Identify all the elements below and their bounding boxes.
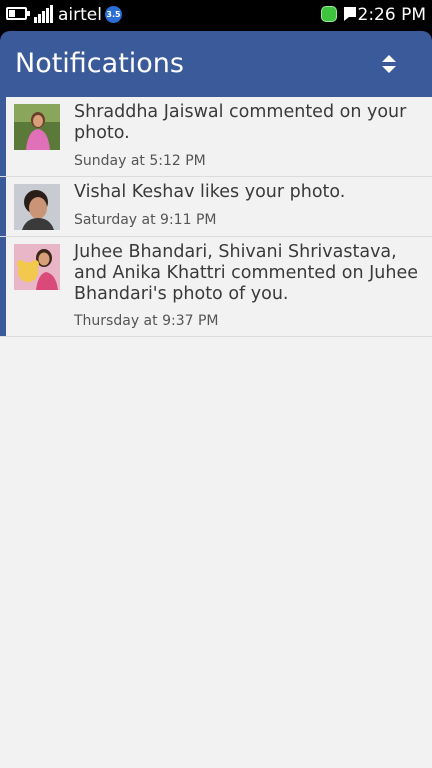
unread-indicator	[0, 97, 6, 176]
list-item[interactable]: Shraddha Jaiswal commented on your photo…	[0, 97, 432, 177]
avatar	[14, 184, 60, 230]
avatar	[14, 244, 60, 290]
unread-indicator	[0, 177, 6, 236]
list-item[interactable]: Juhee Bhandari, Shivani Shrivastava, and…	[0, 237, 432, 337]
notification-time: Thursday at 9:37 PM	[74, 313, 219, 329]
carrier-name: airtel	[58, 5, 102, 25]
notifications-header: Notifications	[0, 31, 432, 97]
signal-strength-icon	[34, 5, 54, 23]
battery-icon	[6, 7, 30, 20]
chat-status-icon	[321, 6, 337, 22]
unread-indicator	[0, 237, 6, 336]
notification-time: Saturday at 9:11 PM	[74, 212, 217, 228]
notification-text: Juhee Bhandari, Shivani Shrivastava, and…	[74, 242, 418, 304]
page-title: Notifications	[15, 48, 184, 79]
status-bar: airtel 3.5 2:26 PM	[0, 0, 432, 30]
avatar	[14, 104, 60, 150]
notification-time: Sunday at 5:12 PM	[74, 153, 206, 169]
notification-flag-icon	[344, 7, 356, 21]
list-item[interactable]: Vishal Keshav likes your photo. Saturday…	[0, 177, 432, 237]
sort-up-down-icon[interactable]	[373, 48, 405, 80]
status-clock: 2:26 PM	[357, 5, 427, 25]
phone-screen: airtel 3.5 2:26 PM Notifications Shraddh…	[0, 0, 432, 768]
notification-text: Vishal Keshav likes your photo.	[74, 182, 346, 202]
notifications-list: Shraddha Jaiswal commented on your photo…	[0, 97, 432, 768]
network-type-badge: 3.5	[105, 6, 122, 23]
notification-text: Shraddha Jaiswal commented on your photo…	[74, 102, 407, 143]
